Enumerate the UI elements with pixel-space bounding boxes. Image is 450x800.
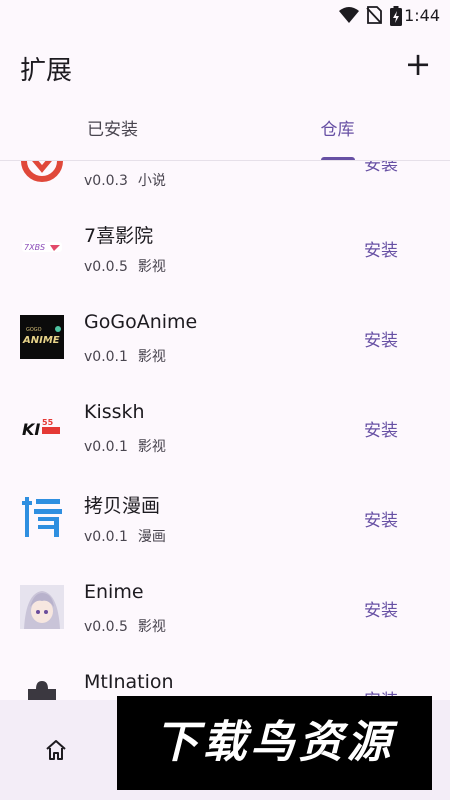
- install-button[interactable]: 安装: [364, 161, 398, 175]
- watermark: 下载鸟资源: [117, 696, 432, 790]
- tab-repository[interactable]: 仓库: [225, 104, 450, 160]
- extension-category: 影视: [137, 439, 166, 455]
- tab-installed[interactable]: 已安装: [0, 104, 225, 160]
- extension-name: 拷贝漫画: [84, 495, 161, 517]
- svg-text:KI: KI: [22, 420, 40, 439]
- svg-text:55: 55: [42, 418, 54, 427]
- enime-avatar-icon: [20, 585, 64, 629]
- page-title: 扩展: [20, 56, 73, 86]
- list-item[interactable]: 拷贝漫画 v0.0.1 漫画 安装: [0, 472, 450, 562]
- 7xi-logo-icon: 7XBS: [22, 242, 62, 252]
- extension-list[interactable]: v0.0.3 小说 安装 7XBS 7喜影院 v0.0.5 影视 安装 GOGO A…: [0, 161, 450, 700]
- kisskh-logo-icon: KI 55: [22, 418, 60, 439]
- extension-name: Kisskh: [84, 401, 145, 423]
- svg-text:GOGO: GOGO: [26, 327, 42, 333]
- extension-name: Enime: [84, 581, 144, 603]
- gogoanime-logo-icon: GOGO ANIME: [20, 315, 64, 359]
- svg-text:7XBS: 7XBS: [24, 243, 45, 252]
- install-button[interactable]: 安装: [364, 416, 398, 441]
- extension-version: v0.0.1: [84, 529, 128, 545]
- extension-category: 影视: [137, 349, 166, 365]
- list-item[interactable]: v0.0.3 小说 安装: [0, 161, 450, 206]
- extension-category: 影视: [137, 619, 166, 635]
- list-item[interactable]: KI 55 Kisskh v0.0.1 影视 安装: [0, 382, 450, 472]
- svg-text:ANIME: ANIME: [22, 335, 60, 346]
- app-bar: 扩展 +: [0, 32, 450, 104]
- list-item[interactable]: GOGO ANIME GoGoAnime v0.0.1 影视 安装: [0, 292, 450, 382]
- extension-version: v0.0.1: [84, 349, 128, 365]
- tab-installed-label: 已安装: [87, 120, 138, 140]
- extension-category: 小说: [137, 173, 166, 189]
- tab-bar: 已安装 仓库: [0, 104, 450, 161]
- battery-charging-icon: [390, 6, 402, 26]
- install-button[interactable]: 安装: [364, 236, 398, 261]
- extension-version: v0.0.3: [84, 173, 128, 189]
- red-logo-icon: [21, 161, 63, 182]
- tab-repository-label: 仓库: [320, 120, 355, 140]
- no-sim-icon: [366, 6, 382, 24]
- install-button[interactable]: 安装: [364, 596, 398, 621]
- tab-indicator: [321, 157, 355, 160]
- watermark-text: 下载鸟资源: [154, 717, 395, 768]
- extension-version: v0.0.5: [84, 259, 128, 275]
- extension-category: 影视: [137, 259, 166, 275]
- install-button[interactable]: 安装: [364, 326, 398, 351]
- list-item[interactable]: MtInation 安装: [0, 652, 450, 700]
- extension-category: 漫画: [137, 529, 166, 545]
- status-time: 1:44: [404, 6, 440, 25]
- status-bar: 1:44: [0, 0, 450, 32]
- copy-manga-logo-icon: [22, 497, 62, 537]
- extension-name: 7喜影院: [84, 225, 154, 247]
- wifi-icon: [339, 7, 359, 23]
- extension-name: GoGoAnime: [84, 311, 198, 333]
- install-button[interactable]: 安装: [364, 506, 398, 531]
- extension-version: v0.0.5: [84, 619, 128, 635]
- extension-version: v0.0.1: [84, 439, 128, 455]
- home-icon[interactable]: [44, 738, 68, 762]
- extension-name: MtInation: [84, 671, 174, 693]
- add-icon[interactable]: +: [404, 48, 432, 80]
- list-item[interactable]: 7XBS 7喜影院 v0.0.5 影视 安装: [0, 202, 450, 292]
- puzzle-icon: [28, 681, 56, 700]
- list-item[interactable]: Enime v0.0.5 影视 安装: [0, 562, 450, 652]
